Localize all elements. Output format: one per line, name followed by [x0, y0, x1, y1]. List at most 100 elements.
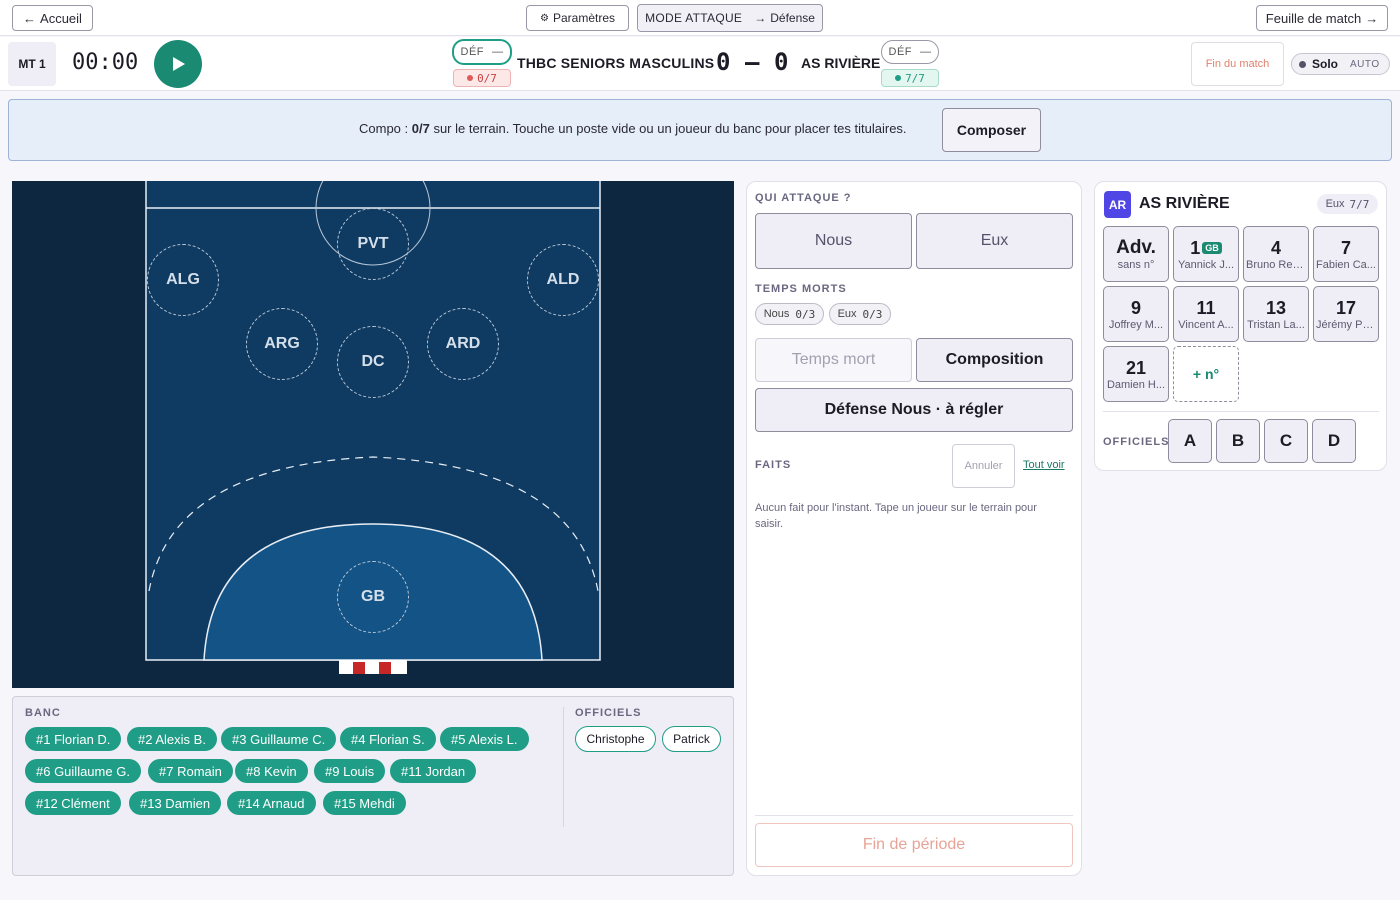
period-badge: MT 1	[8, 42, 56, 86]
goal-icon	[339, 660, 407, 674]
timeout-button[interactable]: Temps mort	[755, 338, 912, 382]
empty-facts-message: Aucun fait pour l'instant. Tape un joueu…	[755, 502, 1037, 530]
solo-auto-toggle[interactable]: Solo AUTO	[1291, 53, 1390, 75]
away-defense-toggle[interactable]: DÉF —	[881, 40, 939, 64]
add-player-button[interactable]: + n°	[1173, 346, 1239, 402]
attack-us-button[interactable]: Nous	[755, 213, 912, 269]
opponent-player-card[interactable]: 17 Jérémy Pa...	[1313, 286, 1379, 342]
bench-player-chip[interactable]: #14 Arnaud	[227, 791, 316, 815]
position-slot-dc[interactable]: DC	[337, 326, 409, 398]
opponent-player-card[interactable]: 4 Bruno Rey...	[1243, 226, 1309, 282]
banner-message: Compo : 0/7 sur le terrain. Touche un po…	[359, 121, 907, 136]
bench-divider	[563, 707, 564, 827]
home-defense-toggle[interactable]: DÉF —	[452, 39, 512, 65]
bench-player-chip[interactable]: #7 Romain	[148, 759, 233, 783]
position-slot-arg[interactable]: ARG	[246, 308, 318, 380]
minus-icon: —	[920, 46, 932, 58]
panel-divider	[1103, 411, 1379, 412]
home-onfield-count: 0/7	[453, 69, 511, 87]
bench-player-chip[interactable]: #1 Florian D.	[25, 727, 122, 751]
opponent-team-name: AS RIVIÈRE	[1139, 195, 1230, 212]
official-button-d[interactable]: D	[1312, 419, 1356, 463]
status-dot-icon	[895, 75, 902, 81]
away-onfield-count: 7/7	[881, 69, 939, 87]
see-all-link[interactable]: Tout voir	[1023, 459, 1065, 471]
bench-player-chip[interactable]: #15 Mehdi	[323, 791, 406, 815]
bench-player-chip[interactable]: #4 Florian S.	[340, 727, 436, 751]
match-clock: 00:00	[72, 50, 139, 75]
arrow-right-icon: →	[1365, 10, 1379, 26]
mode-target: Défense	[770, 11, 815, 25]
score-separator: –	[745, 48, 760, 76]
bench-player-chip[interactable]: #8 Kevin	[235, 759, 308, 783]
gear-icon: ⚙	[540, 12, 549, 24]
opponent-count-badge: Eux 7/7	[1317, 194, 1378, 214]
bench-player-chip[interactable]: #6 Guillaume G.	[25, 759, 141, 783]
home-score: 0	[716, 48, 731, 76]
attack-section-title: QUI ATTAQUE ?	[755, 192, 852, 204]
end-period-button[interactable]: Fin de période	[755, 823, 1073, 867]
team-avatar: AR	[1104, 191, 1131, 218]
opponent-player-card[interactable]: 21 Damien H...	[1103, 346, 1169, 402]
position-slot-ald[interactable]: ALD	[527, 244, 599, 316]
bench-player-chip[interactable]: #5 Alexis L.	[440, 727, 529, 751]
timeout-us-badge: Nous 0/3	[755, 303, 824, 325]
position-slot-pvt[interactable]: PVT	[337, 208, 409, 280]
position-slot-gb[interactable]: GB	[337, 561, 409, 633]
official-button-c[interactable]: C	[1264, 419, 1308, 463]
opponent-player-card[interactable]: 7 Fabien Ca...	[1313, 226, 1379, 282]
mode-label: MODE ATTAQUE	[645, 11, 743, 25]
timeouts-section-title: TEMPS MORTS	[755, 283, 847, 295]
goalkeeper-badge: GB	[1202, 242, 1222, 254]
handball-court: PVT ALG ALD ARG DC ARD GB	[12, 181, 734, 688]
settings-button[interactable]: ⚙ Paramètres	[526, 5, 629, 31]
match-sheet-button[interactable]: Feuille de match →	[1256, 5, 1388, 31]
official-chip[interactable]: Patrick	[662, 726, 721, 752]
away-score: 0	[774, 48, 789, 76]
bench-panel: BANC #1 Florian D. #2 Alexis B. #3 Guill…	[12, 696, 734, 876]
opponent-player-card[interactable]: Adv. sans n°	[1103, 226, 1169, 282]
away-team-name: AS RIVIÈRE	[801, 55, 881, 71]
bench-title: BANC	[25, 707, 61, 719]
end-match-button[interactable]: Fin du match	[1191, 42, 1284, 86]
official-chip[interactable]: Christophe	[575, 726, 656, 752]
attack-them-button[interactable]: Eux	[916, 213, 1073, 269]
bench-player-chip[interactable]: #13 Damien	[129, 791, 222, 815]
opponent-panel: AR AS RIVIÈRE Eux 7/7 Adv. sans n° 1 GB Ya…	[1094, 181, 1387, 471]
home-team-name: THBC SENIORS MASCULINS	[517, 55, 715, 71]
bench-officials-title: OFFICIELS	[575, 707, 642, 719]
position-slot-alg[interactable]: ALG	[147, 244, 219, 316]
opponent-officials-title: OFFICIELS	[1103, 436, 1170, 448]
composition-button[interactable]: Composition	[916, 338, 1073, 382]
mode-toggle-button[interactable]: MODE ATTAQUE → Défense	[637, 4, 823, 32]
opponent-player-card[interactable]: 9 Joffrey M...	[1103, 286, 1169, 342]
arrow-right-icon: →	[754, 11, 767, 25]
facts-section-title: FAITS	[755, 459, 792, 471]
bench-player-chip[interactable]: #12 Clément	[25, 791, 121, 815]
panel-divider	[755, 815, 1073, 816]
bench-player-chip[interactable]: #3 Guillaume C.	[221, 727, 337, 751]
play-button[interactable]	[154, 40, 202, 88]
timeout-them-badge: Eux 0/3	[829, 303, 891, 325]
minus-icon: —	[492, 46, 504, 58]
opponent-player-card[interactable]: 11 Vincent A...	[1173, 286, 1239, 342]
opponent-player-card[interactable]: 1 GB Yannick J...	[1173, 226, 1239, 282]
defense-setup-button[interactable]: Défense Nous · à régler	[755, 388, 1073, 432]
arrow-left-icon: ←	[23, 10, 37, 26]
status-dot-icon	[467, 75, 474, 81]
play-icon	[173, 57, 185, 71]
score-bar: MT 1 00:00 DÉF — 0/7 THBC SENIORS MASCULI…	[0, 37, 1400, 91]
top-bar: ← Accueil ⚙ Paramètres MODE ATTAQUE → Défen…	[0, 0, 1400, 36]
compose-button[interactable]: Composer	[942, 108, 1041, 152]
bench-player-chip[interactable]: #11 Jordan	[390, 759, 477, 783]
bench-player-chip[interactable]: #2 Alexis B.	[127, 727, 217, 751]
home-button[interactable]: ← Accueil	[12, 5, 93, 31]
toggle-dot-icon	[1299, 60, 1306, 68]
opponent-player-card[interactable]: 13 Tristan La...	[1243, 286, 1309, 342]
official-button-a[interactable]: A	[1168, 419, 1212, 463]
action-panel: QUI ATTAQUE ? Nous Eux TEMPS MORTS Nous 0…	[746, 181, 1082, 876]
undo-button[interactable]: Annuler	[952, 444, 1015, 488]
bench-player-chip[interactable]: #9 Louis	[314, 759, 386, 783]
official-button-b[interactable]: B	[1216, 419, 1260, 463]
position-slot-ard[interactable]: ARD	[427, 308, 499, 380]
